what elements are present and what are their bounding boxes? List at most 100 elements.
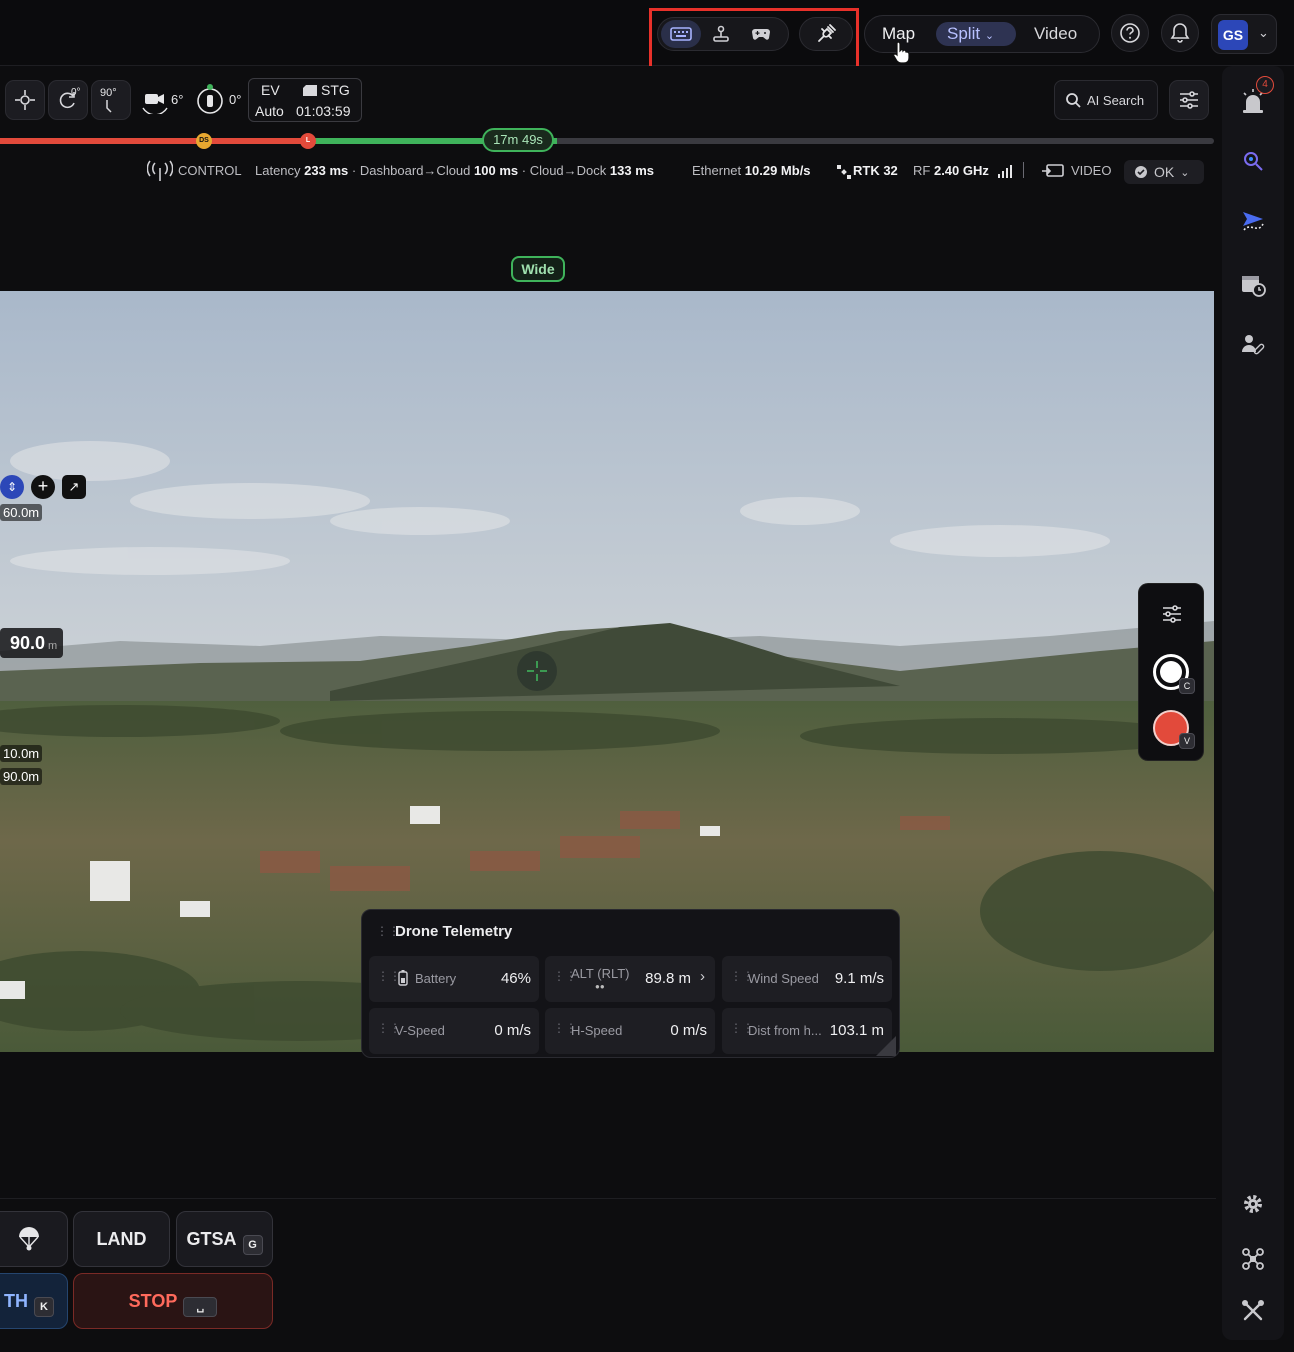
- land-button[interactable]: LAND: [73, 1211, 170, 1267]
- height-main-indicator: 90.0 m: [0, 628, 64, 658]
- dash-cloud-value: 100 ms: [474, 163, 519, 178]
- rtk-value: RTK 32: [853, 163, 898, 178]
- altitude-lock-icon[interactable]: ⇕: [0, 475, 24, 499]
- add-waypoint-icon[interactable]: +: [31, 475, 55, 499]
- search-icon: [1066, 93, 1081, 108]
- altitude-label: ALT (RLT): [571, 966, 630, 981]
- gtsa-button[interactable]: GTSA G: [176, 1211, 273, 1267]
- telemetry-altitude[interactable]: ⋮⋮ ALT (RLT) ●● 89.8 m ›: [545, 956, 715, 1002]
- camera-angle-icon: [142, 94, 168, 114]
- tab-split-label: Split: [947, 24, 981, 43]
- timeline-ds-marker[interactable]: DS: [196, 133, 212, 149]
- battery-icon: [398, 970, 408, 986]
- telemetry-title: Drone Telemetry: [395, 923, 513, 940]
- rf-label: RF: [913, 163, 931, 178]
- telemetry-h-speed[interactable]: ⋮⋮ H-Speed 0 m/s: [545, 1008, 715, 1054]
- storage-label: STG: [321, 82, 350, 98]
- heading-compass-icon: [197, 84, 223, 114]
- tilt-down-icon: [106, 100, 112, 113]
- sidebar-item-tools[interactable]: [1238, 1296, 1268, 1326]
- tab-split[interactable]: Split ⌄: [936, 22, 1016, 46]
- chevron-down-icon: ⌄: [1258, 25, 1269, 40]
- check-circle-icon: [1135, 166, 1147, 178]
- user-menu[interactable]: GS ⌄: [1211, 14, 1277, 54]
- return-home-button[interactable]: TH K: [0, 1273, 68, 1329]
- chevron-down-icon: ⌄: [984, 30, 995, 42]
- timeline-l-marker[interactable]: L: [300, 133, 316, 149]
- spacebar-key-icon: ␣: [183, 1297, 218, 1317]
- land-label: LAND: [96, 1228, 147, 1249]
- ethernet-value: 10.29 Mb/s: [744, 163, 811, 178]
- user-link-icon: [1242, 335, 1265, 355]
- latency-label: Latency: [255, 163, 301, 178]
- telemetry-battery[interactable]: ⋮⋮ Battery 46%: [369, 956, 539, 1002]
- ethernet-label: Ethernet: [692, 163, 742, 178]
- ai-search-button[interactable]: AI Search: [1054, 80, 1158, 120]
- chevron-right-icon[interactable]: ›: [700, 968, 705, 985]
- stop-button[interactable]: STOP ␣: [73, 1273, 273, 1329]
- sidebar-item-drone[interactable]: [1238, 1244, 1268, 1274]
- hand-cursor-icon: [892, 41, 910, 64]
- signal-bars-icon: [998, 165, 1012, 178]
- resize-handle-icon[interactable]: [870, 1036, 896, 1056]
- stop-label: STOP: [128, 1290, 178, 1311]
- latency-value: 233 ms: [304, 163, 349, 178]
- height-main-unit: m: [48, 640, 58, 652]
- toolbar-settings-button[interactable]: [1169, 80, 1209, 120]
- gimbal-tilt-value: 90°: [100, 87, 117, 99]
- status-divider: [1023, 162, 1024, 178]
- sliders-icon: [1180, 91, 1198, 109]
- tab-video[interactable]: Video: [1034, 24, 1077, 44]
- sidebar-item-pilot[interactable]: [1238, 330, 1268, 360]
- gtsa-key-hint: G: [242, 1235, 263, 1255]
- drone-center-button[interactable]: [5, 80, 45, 120]
- cloud-dock-label: · Cloud→Dock: [521, 163, 607, 178]
- ai-search-label: AI Search: [1087, 92, 1145, 108]
- external-link-icon[interactable]: ↗: [62, 475, 86, 499]
- gimbal-pitch-button[interactable]: 0°: [48, 80, 88, 120]
- help-icon: [1120, 23, 1140, 43]
- rf-value: 2.40 GHz: [933, 163, 989, 178]
- battery-value: 46%: [500, 970, 531, 987]
- sidebar-item-schedule[interactable]: [1238, 269, 1268, 299]
- heading-value: 0°: [229, 92, 242, 107]
- rf-status: RF 2.40 GHz: [913, 163, 989, 178]
- dash-cloud-label: · Dashboard→Cloud: [351, 163, 471, 178]
- sidebar-item-alerts[interactable]: 4: [1238, 76, 1274, 116]
- telemetry-dist-home[interactable]: ⋮⋮ Dist from h... 103.1 m: [722, 1008, 892, 1054]
- exposure-storage-box: EV Auto STG 01:03:59: [248, 78, 362, 122]
- storage-time: 01:03:59: [296, 103, 351, 119]
- height-top-label: 60.0m: [0, 504, 43, 521]
- flight-timeline[interactable]: DS L 17m 49s: [0, 128, 1214, 152]
- h-speed-value: 0 m/s: [670, 1022, 707, 1039]
- lens-tag[interactable]: Wide: [511, 256, 565, 282]
- ok-label: OK: [1154, 164, 1175, 180]
- notifications-button[interactable]: [1161, 14, 1199, 52]
- ruler-controls: ⇕ + ↗: [0, 475, 88, 501]
- rth-label: TH: [4, 1290, 28, 1311]
- camera-settings-icon[interactable]: [1161, 604, 1183, 624]
- bell-icon: [1170, 23, 1190, 43]
- drone-telemetry-panel[interactable]: ⋮⋮ Drone Telemetry ⋮⋮ Battery 46% ⋮⋮ ALT…: [361, 909, 900, 1058]
- sidebar-item-missions[interactable]: [1238, 206, 1268, 236]
- help-button[interactable]: [1111, 14, 1149, 52]
- sd-card-icon: [303, 85, 317, 96]
- satellite-icon: [837, 165, 851, 179]
- sidebar-item-settings[interactable]: [1238, 1189, 1268, 1219]
- v-speed-label: V-Speed: [395, 1023, 445, 1038]
- wind-speed-value: 9.1 m/s: [834, 970, 884, 987]
- telemetry-v-speed[interactable]: ⋮⋮ V-Speed 0 m/s: [369, 1008, 539, 1054]
- gimbal-pitch-value: 0°: [71, 87, 81, 98]
- status-ok-dropdown[interactable]: OK ⌄: [1124, 160, 1204, 184]
- chevron-down-icon: ⌄: [1180, 166, 1190, 179]
- center-reticle: [517, 651, 557, 691]
- gimbal-tilt-button[interactable]: 90°: [91, 80, 131, 120]
- annotation-highlight-box: [649, 8, 859, 72]
- v-speed-value: 0 m/s: [494, 1022, 531, 1039]
- sidebar-item-search[interactable]: [1238, 146, 1268, 176]
- alert-count-badge: 4: [1256, 76, 1274, 94]
- antenna-icon: [147, 160, 173, 181]
- telemetry-wind-speed[interactable]: ⋮⋮ Wind Speed 9.1 m/s: [722, 956, 892, 1002]
- ev-value: Auto: [255, 103, 284, 119]
- parachute-button[interactable]: [0, 1211, 68, 1267]
